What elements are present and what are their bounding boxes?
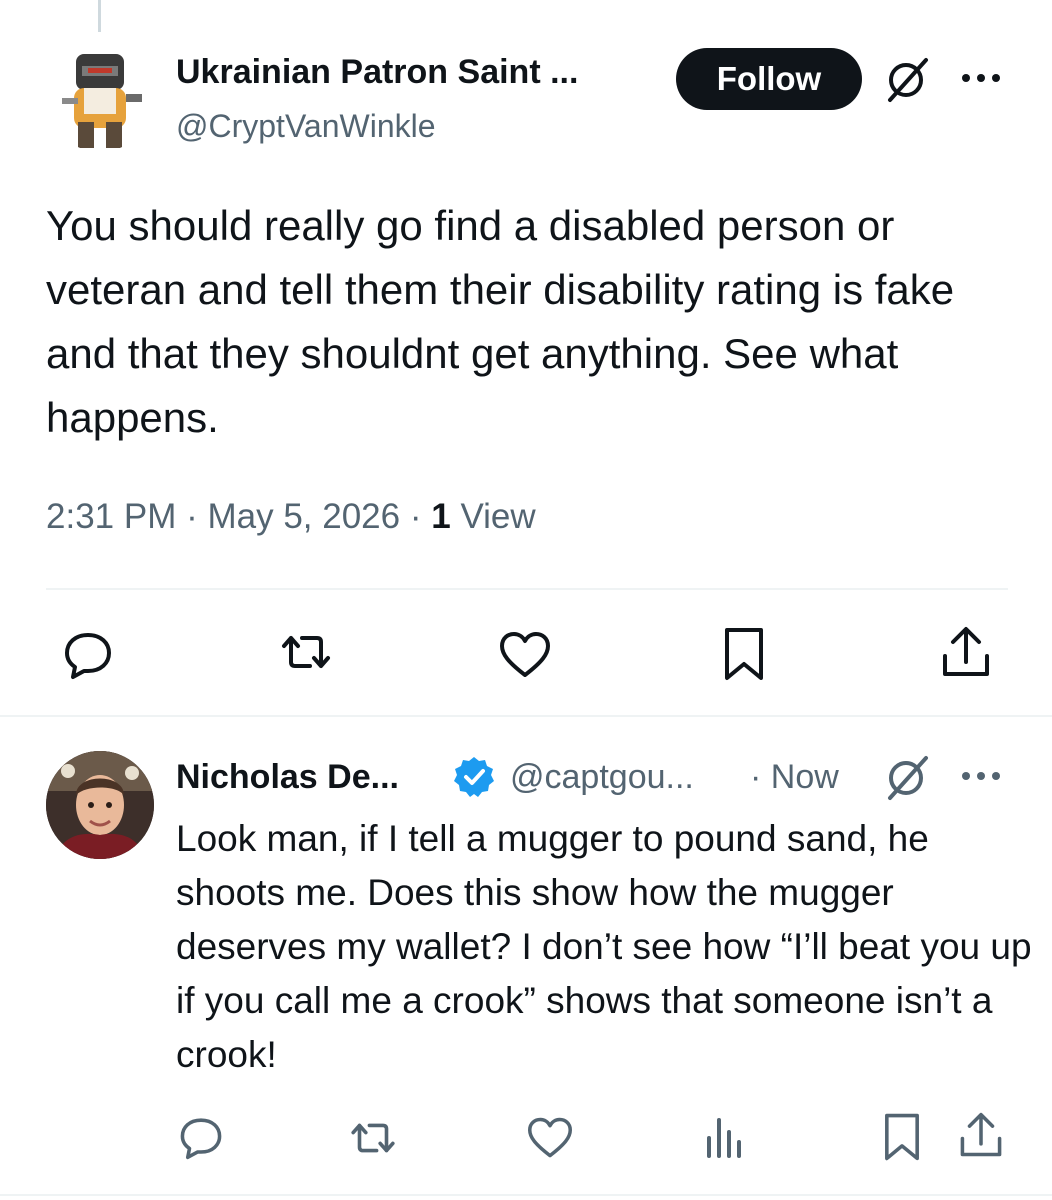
share-icon[interactable] [940,624,992,680]
bookmark-icon[interactable] [882,1112,922,1162]
reply-author-avatar[interactable] [46,751,154,859]
share-icon[interactable] [958,1110,1004,1160]
author-name[interactable]: Ukrainian Patron Saint ... [176,52,578,92]
reply-text: Look man, if I tell a mugger to pound sa… [176,818,1032,1075]
tweet-date[interactable]: May 5, 2026 [207,497,400,536]
bookmark-icon[interactable] [722,626,766,682]
tweet-time[interactable]: 2:31 PM [46,497,176,536]
reply-icon[interactable] [178,1114,224,1160]
follow-button[interactable]: Follow [676,48,862,110]
section-divider [0,1194,1052,1196]
author-avatar[interactable] [48,48,152,152]
analytics-icon[interactable] [704,1116,744,1160]
tweet-text: You should really go find a disabled per… [46,202,955,441]
reply-icon[interactable] [62,628,114,680]
author-handle[interactable]: @CryptVanWinkle [176,106,436,146]
thread-line [98,0,101,32]
views-label: View [460,497,536,536]
section-divider [0,715,1052,717]
reply-author-handle[interactable]: @captgou... [510,757,694,797]
reply-author-name[interactable]: Nicholas De... [176,757,399,797]
views-count: 1 [431,497,451,536]
more-options-icon[interactable] [958,768,1004,784]
like-icon[interactable] [498,630,552,680]
meta-separator: · [186,497,198,536]
grok-icon[interactable] [882,754,932,802]
like-icon[interactable] [526,1116,574,1160]
more-options-icon[interactable] [958,70,1004,86]
verified-badge-icon [452,755,496,804]
retweet-icon[interactable] [276,628,336,676]
tweet-meta: 2:31 PM · May 5, 2026 · 1 View [46,494,536,540]
meta-separator: · [409,497,422,536]
reply-time[interactable]: · Now [750,757,839,797]
retweet-icon[interactable] [346,1116,400,1160]
grok-icon[interactable] [882,56,932,104]
divider [46,588,1008,590]
